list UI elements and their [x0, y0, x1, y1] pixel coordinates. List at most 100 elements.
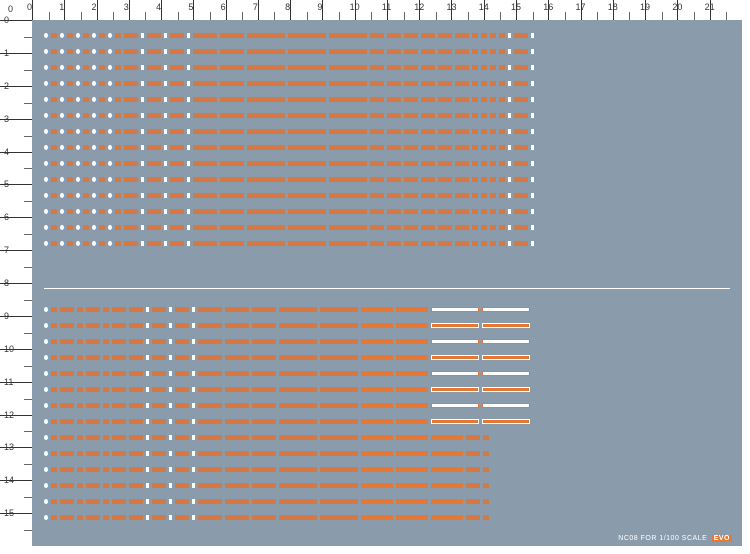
decal-mark [146, 483, 149, 488]
decal-mark [472, 65, 478, 70]
decal-mark [431, 355, 479, 360]
decal-mark [152, 323, 166, 328]
decal-mark [51, 81, 57, 86]
decal-mark [320, 323, 358, 328]
decal-mark [108, 33, 112, 38]
decal-mark [431, 419, 479, 424]
decal-mark [76, 81, 80, 86]
decal-mark [404, 161, 418, 166]
decal-grid-bottom [44, 304, 730, 524]
decal-mark [483, 499, 489, 504]
decal-mark [404, 129, 418, 134]
decal-mark [129, 339, 143, 344]
decal-mark [431, 451, 463, 456]
decal-mark [329, 225, 367, 230]
decal-mark [92, 97, 96, 102]
decal-mark [60, 355, 74, 360]
decal-mark [329, 145, 367, 150]
decal-mark [320, 419, 358, 424]
decal-mark [220, 113, 244, 118]
decal-mark [108, 81, 112, 86]
decal-mark [329, 97, 367, 102]
decal-mark [169, 467, 172, 472]
decal-row [44, 512, 730, 522]
decal-mark [103, 451, 109, 456]
decal-mark [481, 81, 487, 86]
decal-mark [220, 33, 244, 38]
decal-mark [508, 97, 511, 102]
decal-mark [481, 65, 487, 70]
decal-mark [421, 209, 435, 214]
decal-row [44, 304, 730, 314]
decal-mark [76, 177, 80, 182]
decal-mark [225, 451, 249, 456]
decal-mark [514, 177, 528, 182]
decal-mark [108, 65, 112, 70]
decal-mark [124, 33, 138, 38]
decal-mark [175, 339, 189, 344]
decal-mark [152, 451, 166, 456]
decal-mark [404, 113, 418, 118]
decal-mark [252, 499, 276, 504]
decal-mark [77, 515, 83, 520]
decal-mark [192, 419, 195, 424]
decal-mark [329, 209, 367, 214]
decal-mark [421, 49, 435, 54]
decal-mark [220, 225, 244, 230]
decal-mark [455, 81, 469, 86]
decal-mark [146, 435, 149, 440]
decal-mark [490, 65, 496, 70]
decal-mark [466, 499, 480, 504]
decal-mark [198, 323, 222, 328]
decal-mark [482, 355, 530, 360]
decal-mark [86, 435, 100, 440]
decal-mark [225, 403, 249, 408]
decal-mark [396, 499, 428, 504]
decal-mark [247, 113, 285, 118]
decal-mark [187, 177, 190, 182]
decal-mark [86, 467, 100, 472]
decal-mark [76, 97, 80, 102]
decal-mark [220, 49, 244, 54]
decal-mark [99, 49, 105, 54]
decal-mark [169, 451, 172, 456]
decal-mark [129, 371, 143, 376]
decal-mark [147, 177, 161, 182]
decal-mark [481, 241, 487, 246]
decal-mark [361, 499, 393, 504]
decal-mark [147, 209, 161, 214]
decal-mark [361, 323, 393, 328]
decal-mark [60, 371, 74, 376]
decal-mark [361, 515, 393, 520]
decal-mark [483, 515, 489, 520]
decal-mark [499, 81, 505, 86]
decal-mark [499, 49, 505, 54]
decal-mark [320, 515, 358, 520]
decal-mark [146, 371, 149, 376]
decal-mark [220, 97, 244, 102]
decal-mark [108, 241, 112, 246]
decal-mark [108, 209, 112, 214]
decal-mark [252, 483, 276, 488]
decal-mark [499, 193, 505, 198]
decal-mark [187, 225, 190, 230]
decal-mark [92, 65, 96, 70]
decal-mark [51, 451, 57, 456]
decal-mark [370, 81, 384, 86]
decal-mark [431, 499, 463, 504]
decal-mark [164, 177, 167, 182]
decal-mark [67, 161, 73, 166]
decal-mark [193, 113, 217, 118]
decal-mark [86, 355, 100, 360]
ruler-horizontal: 0123456789101112131415161718192021 [32, 0, 742, 20]
decal-mark [60, 323, 74, 328]
decal-mark [481, 177, 487, 182]
decal-mark [103, 387, 109, 392]
decal-mark [152, 435, 166, 440]
decal-mark [99, 225, 105, 230]
decal-mark [169, 435, 172, 440]
decal-mark [187, 145, 190, 150]
decal-mark [129, 483, 143, 488]
decal-mark [482, 307, 530, 312]
decal-mark [490, 97, 496, 102]
